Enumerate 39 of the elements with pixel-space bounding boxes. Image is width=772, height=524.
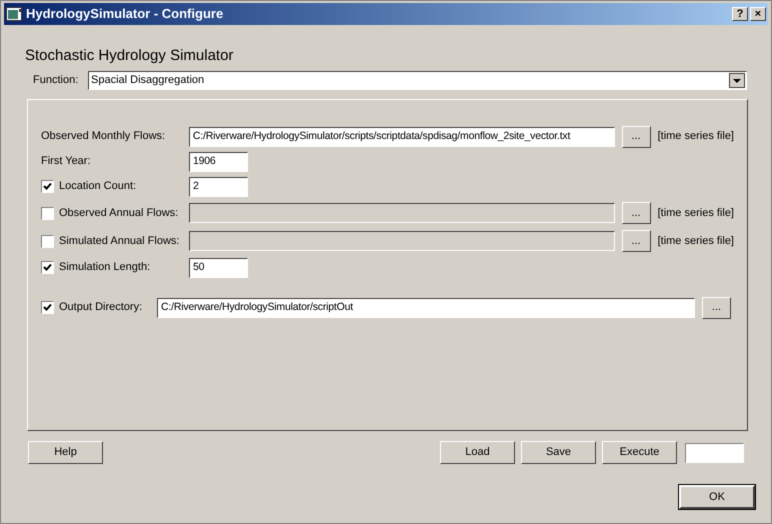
close-button[interactable]: × [750, 7, 766, 21]
hint-text: [time series file] [658, 234, 734, 249]
checkbox[interactable] [41, 301, 54, 314]
window-icon [6, 7, 22, 21]
input-field[interactable]: 2 [189, 176, 248, 196]
field-label: Simulated Annual Flows: [59, 234, 180, 249]
help-button[interactable]: Help [28, 441, 103, 464]
checkbox[interactable] [41, 261, 54, 274]
input-field[interactable]: C:/Riverware/HydrologySimulator/scripts/scriptdata/spdisag/monflow_2site_vector.txt [188, 126, 615, 146]
input-field[interactable] [685, 442, 744, 462]
browse-button[interactable]: ... [702, 296, 731, 318]
action-button[interactable]: Save [521, 441, 596, 464]
input-field[interactable]: 1906 [189, 152, 248, 172]
function-dropdown[interactable]: Spacial Disaggregation [88, 71, 747, 90]
dialog-heading: Stochastic Hydrology Simulator [25, 46, 234, 65]
ok-button[interactable]: OK [679, 485, 755, 509]
field-label: Location Count: [59, 179, 136, 194]
field-label: Simulation Length: [59, 260, 150, 276]
browse-button[interactable]: ... [622, 230, 651, 252]
action-button[interactable]: Load [440, 441, 515, 464]
field-label: Observed Annual Flows: [59, 206, 178, 221]
input-field[interactable]: C:/Riverware/HydrologySimulator/scriptOut [157, 298, 695, 318]
input-field[interactable] [188, 231, 615, 251]
field-label: Output Directory: [59, 300, 142, 316]
browse-button[interactable]: ... [622, 202, 651, 224]
checkbox[interactable] [41, 180, 54, 193]
window-title: HydrologySimulator - Configure [26, 5, 224, 24]
browse-button[interactable]: ... [622, 126, 651, 148]
hint-text: [time series file] [658, 129, 734, 144]
input-field[interactable]: 50 [189, 258, 248, 278]
checkbox[interactable] [41, 206, 54, 220]
checkbox[interactable] [41, 234, 54, 248]
hint-text: [time series file] [658, 206, 734, 221]
field-label: Observed Monthly Flows: [41, 129, 166, 144]
help-button[interactable]: ? [732, 7, 748, 21]
action-button[interactable]: Execute [602, 441, 677, 464]
input-field[interactable] [188, 203, 615, 223]
function-label: Function: [33, 73, 80, 88]
field-label: First Year: [41, 154, 91, 170]
